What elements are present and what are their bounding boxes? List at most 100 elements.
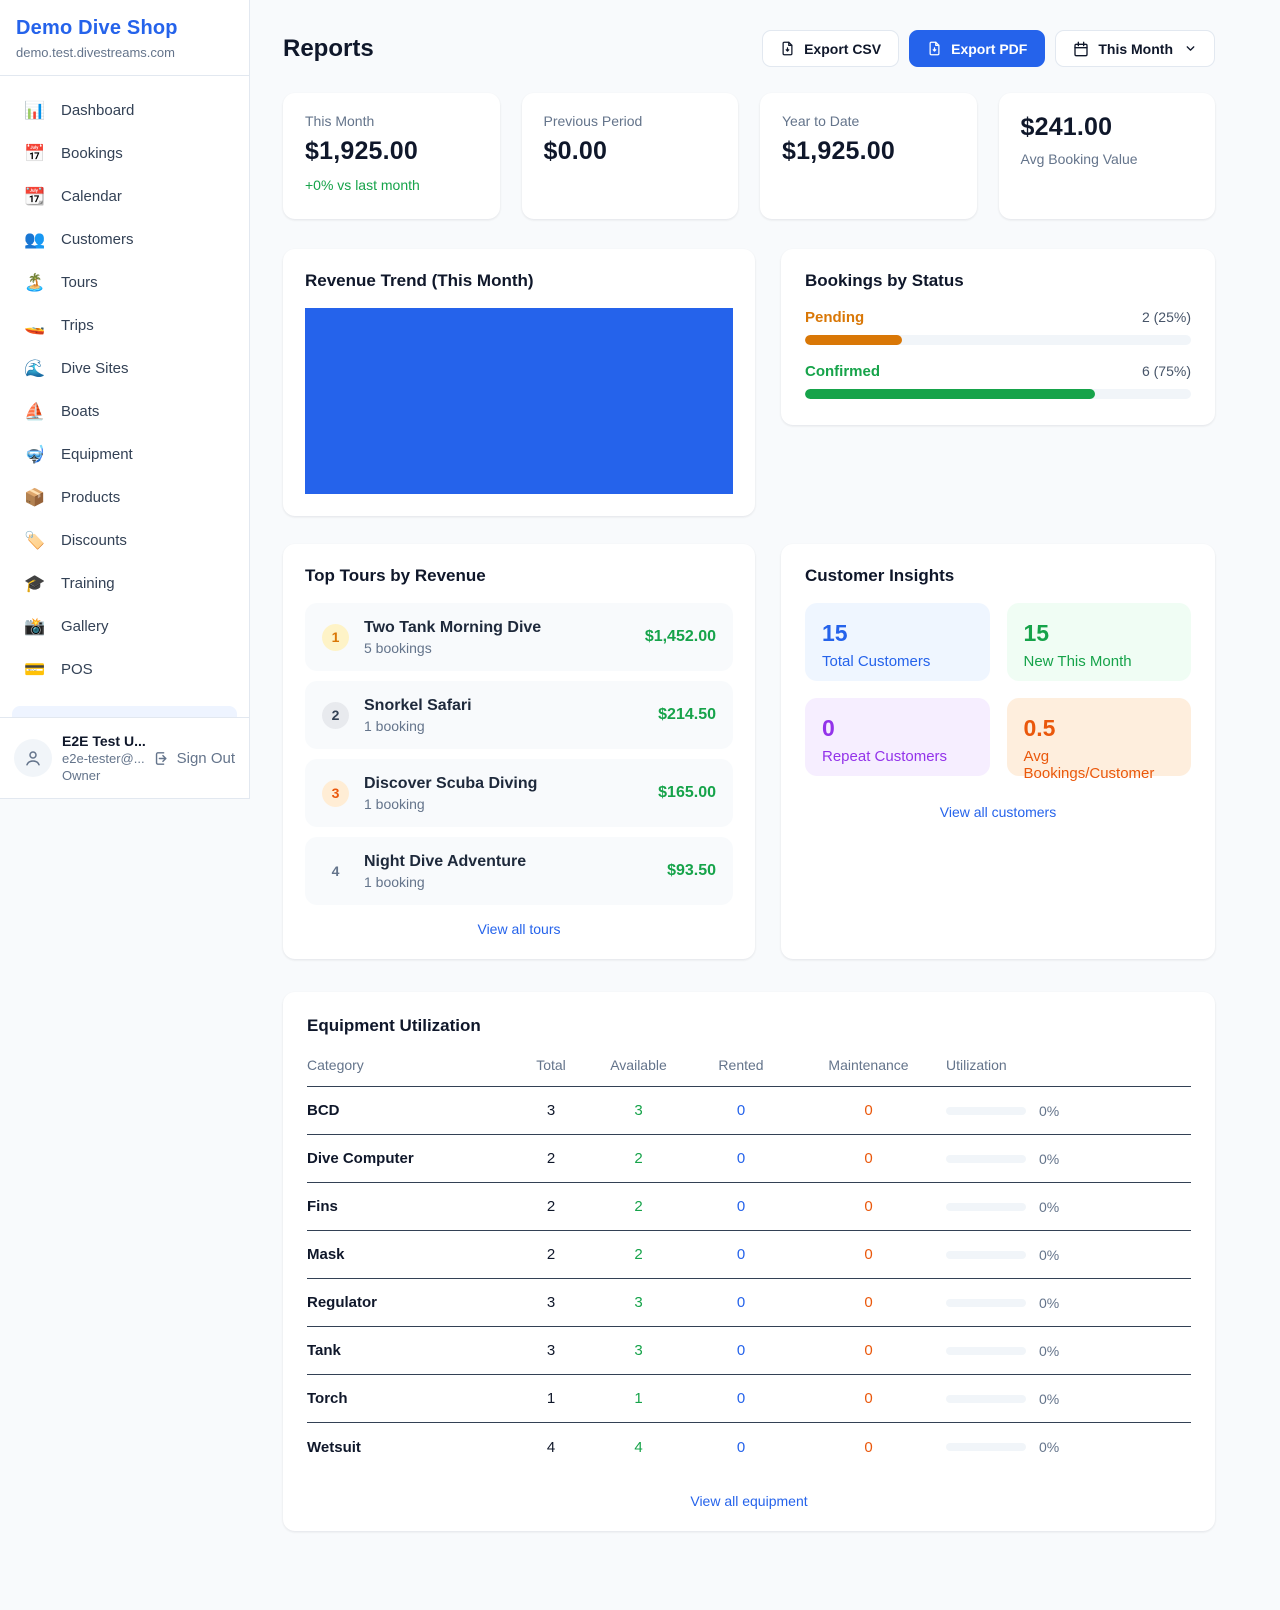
people-icon: 👥 — [24, 231, 46, 248]
column-maintenance: Maintenance — [791, 1057, 946, 1073]
stat-label: Year to Date — [782, 113, 955, 129]
equipment-utilization-title: Equipment Utilization — [307, 1016, 1191, 1036]
equipment-rented: 0 — [691, 1342, 791, 1359]
column-total: Total — [516, 1057, 586, 1073]
export-pdf-button[interactable]: Export PDF — [909, 30, 1045, 67]
user-meta: E2E Test U... e2e-tester@... Owner — [62, 733, 143, 783]
speedboat-icon: 🚤 — [24, 317, 46, 334]
utilization-bar-track — [946, 1443, 1026, 1451]
sidebar-item-reports[interactable] — [12, 706, 237, 717]
equipment-available: 2 — [586, 1150, 691, 1167]
equipment-row-torch: Torch 1 1 0 0 0% — [307, 1375, 1191, 1423]
tear-off-calendar-icon: 📆 — [24, 188, 46, 205]
sidebar-header: Demo Dive Shop demo.test.divestreams.com — [0, 0, 249, 76]
equipment-maintenance: 0 — [791, 1150, 946, 1167]
equipment-maintenance: 0 — [791, 1246, 946, 1263]
status-value: 2 (25%) — [1142, 309, 1191, 325]
equipment-row-bcd: BCD 3 3 0 0 0% — [307, 1087, 1191, 1135]
utilization-bar-track — [946, 1107, 1026, 1115]
sidebar-item-training[interactable]: 🎓 Training — [12, 562, 237, 605]
sidebar-item-gallery[interactable]: 📸 Gallery — [12, 605, 237, 648]
equipment-category: Torch — [307, 1390, 516, 1407]
equipment-rented: 0 — [691, 1246, 791, 1263]
utilization-bar-track — [946, 1299, 1026, 1307]
stat-value: $1,925.00 — [305, 137, 478, 166]
top-tours-title: Top Tours by Revenue — [305, 566, 733, 586]
page-header: Reports Export CSV Export PDF This Month — [283, 30, 1215, 67]
sidebar-item-products[interactable]: 📦 Products — [12, 476, 237, 519]
column-category: Category — [307, 1057, 516, 1073]
export-csv-button[interactable]: Export CSV — [762, 30, 899, 67]
period-label: This Month — [1098, 41, 1173, 57]
equipment-category: Wetsuit — [307, 1439, 516, 1456]
bar-chart-icon: 📊 — [24, 102, 46, 119]
nav-item-label: Training — [61, 575, 115, 592]
view-all-customers-link[interactable]: View all customers — [805, 804, 1191, 820]
equipment-table-header: Category Total Available Rented Maintena… — [307, 1057, 1191, 1087]
shop-domain: demo.test.divestreams.com — [16, 45, 233, 60]
page-title: Reports — [283, 35, 374, 63]
equipment-available: 3 — [586, 1342, 691, 1359]
equipment-maintenance: 0 — [791, 1439, 946, 1456]
sidebar-item-tours[interactable]: 🏝️ Tours — [12, 261, 237, 304]
equipment-row-mask: Mask 2 2 0 0 0% — [307, 1231, 1191, 1279]
sidebar-item-bookings[interactable]: 📅 Bookings — [12, 132, 237, 175]
equipment-maintenance: 0 — [791, 1294, 946, 1311]
utilization-percent: 0% — [1039, 1391, 1059, 1407]
tour-bookings: 1 booking — [364, 796, 643, 812]
tour-row-two-tank-morning-dive: 1 Two Tank Morning Dive 5 bookings $1,45… — [305, 603, 733, 671]
equipment-table-body: BCD 3 3 0 0 0% Dive Computer 2 — [307, 1087, 1191, 1471]
customer-insights-card: Customer Insights 15 Total Customers 15 … — [781, 544, 1215, 959]
equipment-maintenance: 0 — [791, 1198, 946, 1215]
view-all-equipment-link[interactable]: View all equipment — [307, 1493, 1191, 1509]
export-csv-label: Export CSV — [804, 41, 881, 57]
nav-item-label: POS — [61, 661, 93, 678]
nav-item-label: Tours — [61, 274, 98, 291]
stat-label: Avg Booking Value — [1021, 151, 1194, 167]
status-progress-fill — [805, 389, 1095, 399]
file-download-icon — [927, 41, 942, 56]
equipment-rented: 0 — [691, 1439, 791, 1456]
sidebar-item-discounts[interactable]: 🏷️ Discounts — [12, 519, 237, 562]
sidebar-item-calendar[interactable]: 📆 Calendar — [12, 175, 237, 218]
sign-out-button[interactable]: Sign Out — [153, 750, 235, 767]
view-all-tours-link[interactable]: View all tours — [305, 921, 733, 937]
column-available: Available — [586, 1057, 691, 1073]
tile-label: Avg Bookings/Customer — [1024, 748, 1175, 782]
sidebar-item-dashboard[interactable]: 📊 Dashboard — [12, 89, 237, 132]
status-value: 6 (75%) — [1142, 363, 1191, 379]
equipment-row-tank: Tank 3 3 0 0 0% — [307, 1327, 1191, 1375]
sidebar-item-pos[interactable]: 💳 POS — [12, 648, 237, 691]
stat-card-this-month: This Month $1,925.00 +0% vs last month — [283, 93, 500, 219]
utilization-bar-track — [946, 1251, 1026, 1259]
utilization-percent: 0% — [1039, 1103, 1059, 1119]
rank-badge: 1 — [322, 624, 349, 651]
sidebar-item-boats[interactable]: ⛵ Boats — [12, 390, 237, 433]
equipment-row-regulator: Regulator 3 3 0 0 0% — [307, 1279, 1191, 1327]
nav-item-label: Boats — [61, 403, 99, 420]
tile-label: Repeat Customers — [822, 748, 973, 765]
sidebar-item-dive-sites[interactable]: 🌊 Dive Sites — [12, 347, 237, 390]
tour-revenue: $214.50 — [658, 706, 716, 724]
tour-revenue: $93.50 — [667, 862, 716, 880]
equipment-category: Dive Computer — [307, 1150, 516, 1167]
utilization-percent: 0% — [1039, 1439, 1059, 1455]
tile-value: 15 — [822, 620, 973, 647]
period-dropdown[interactable]: This Month — [1055, 30, 1215, 67]
customer-insights-title: Customer Insights — [805, 566, 1191, 586]
tour-name: Discover Scuba Diving — [364, 775, 643, 793]
nav-item-label: Dive Sites — [61, 360, 129, 377]
tile-value: 15 — [1024, 620, 1175, 647]
equipment-category: Tank — [307, 1342, 516, 1359]
equipment-available: 2 — [586, 1198, 691, 1215]
column-utilization: Utilization — [946, 1057, 1191, 1073]
sidebar-item-customers[interactable]: 👥 Customers — [12, 218, 237, 261]
nav-item-label: Equipment — [61, 446, 133, 463]
stats-row: This Month $1,925.00 +0% vs last month P… — [283, 93, 1215, 219]
sidebar-item-trips[interactable]: 🚤 Trips — [12, 304, 237, 347]
equipment-available: 3 — [586, 1102, 691, 1119]
stat-card-year-to-date: Year to Date $1,925.00 — [760, 93, 977, 219]
equipment-utilization-card: Equipment Utilization Category Total Ava… — [283, 992, 1215, 1531]
equipment-available: 4 — [586, 1439, 691, 1456]
sidebar-item-equipment[interactable]: 🤿 Equipment — [12, 433, 237, 476]
